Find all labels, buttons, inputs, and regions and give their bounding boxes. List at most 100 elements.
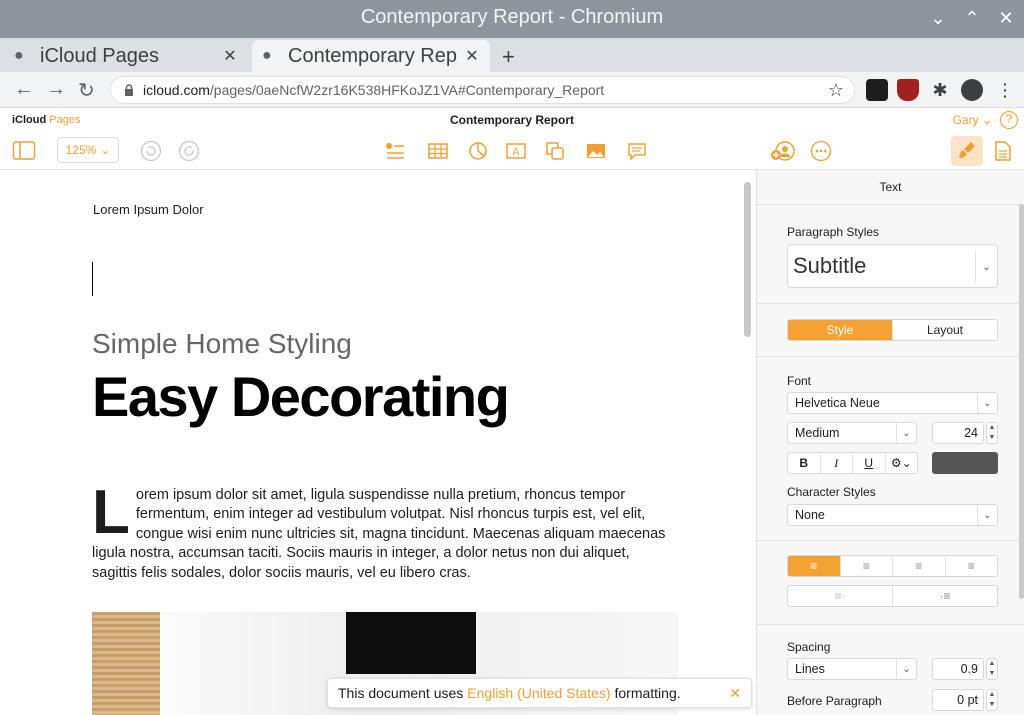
app-header: iCloud Pages Contemporary Report Gary ⌄ … (0, 108, 1024, 170)
insert-comment-icon[interactable] (626, 140, 648, 162)
font-weight-select[interactable]: Medium ⌄ (787, 422, 917, 444)
chevron-down-icon: ⌄ (977, 393, 997, 413)
text-cursor (92, 262, 93, 296)
format-inspector: Text Paragraph Styles Subtitle ⌄ Style L… (756, 170, 1024, 715)
tab-contemporary-report[interactable]: ● Contemporary Rep ✕ (252, 40, 490, 72)
sidebar-toggle-icon[interactable] (12, 140, 36, 162)
character-style-select[interactable]: None ⌄ (787, 504, 998, 526)
help-icon[interactable]: ? (1000, 111, 1018, 129)
chevron-down-icon: ⌄ (896, 423, 916, 443)
inspector-scrollbar[interactable] (1019, 204, 1024, 599)
format-brush-button[interactable] (951, 136, 983, 166)
close-tab-icon[interactable]: ✕ (222, 46, 238, 66)
font-size-stepper[interactable]: ▲ ▼ (986, 422, 998, 444)
insert-table-icon[interactable] (427, 140, 449, 162)
window-title: Contemporary Report - Chromium (360, 6, 664, 28)
language-notice: This document uses English (United State… (327, 678, 752, 708)
italic-button[interactable]: I (819, 453, 853, 473)
paragraph-style-select[interactable]: Subtitle ⌄ (787, 244, 998, 288)
before-paragraph-field[interactable]: 0 pt (932, 689, 984, 711)
zoom-select[interactable]: 125% ⌄ (57, 137, 119, 163)
font-label: Font (787, 374, 812, 388)
document-subtitle[interactable]: Simple Home Styling (92, 328, 352, 360)
body-text: orem ipsum dolor sit amet, ligula suspen… (92, 487, 666, 581)
insert-text-box-icon[interactable]: A (505, 140, 527, 162)
extension-icon[interactable] (866, 79, 888, 101)
font-size-field[interactable]: 24 (932, 422, 984, 444)
stepper-down-icon[interactable]: ▼ (987, 700, 997, 710)
align-center-button[interactable]: ≡ (839, 556, 893, 576)
zoom-value: 125% (65, 143, 97, 157)
tab-style[interactable]: Style (788, 320, 892, 340)
tab-title: Contemporary Rep (288, 44, 457, 67)
redo-icon[interactable] (178, 140, 200, 162)
divider (757, 540, 1024, 541)
text-style-buttons: B I U ⚙⌄ (787, 452, 918, 474)
ublock-shield-icon[interactable] (897, 79, 919, 101)
document-canvas[interactable]: Lorem Ipsum Dolor Simple Home Styling Ea… (0, 170, 756, 715)
justify-button[interactable]: ≡ (944, 556, 998, 576)
kebab-menu-icon[interactable]: ⋮ (994, 79, 1016, 101)
chevron-down-icon: ⌄ (981, 113, 992, 127)
align-left-icon: ≡ (810, 559, 818, 573)
document-title[interactable]: Contemporary Report (0, 113, 1024, 127)
insert-shape-icon[interactable] (544, 140, 566, 162)
increase-indent-button[interactable]: ·≡ (892, 586, 997, 606)
collaborate-icon[interactable] (770, 140, 796, 162)
alignment-buttons: ≡ ≡ ≡ ≡ (787, 555, 998, 577)
line-spacing-field[interactable]: 0.9 (932, 658, 984, 680)
puzzle-extensions-icon[interactable]: ✱ (929, 79, 951, 101)
tab-layout[interactable]: Layout (892, 320, 997, 340)
window-titlebar: Contemporary Report - Chromium ⌄ ⌃ ✕ (0, 0, 1024, 38)
minimize-chevron-icon[interactable]: ⌄ (928, 8, 948, 28)
stepper-up-icon[interactable]: ▲ (987, 659, 997, 669)
page-header-text[interactable]: Lorem Ipsum Dolor (93, 202, 204, 217)
underline-button[interactable]: U (852, 453, 885, 473)
address-bar[interactable]: icloud.com/pages/0aeNcfW2zr16K538HFKoJZ1… (110, 76, 855, 104)
insert-chart-icon[interactable] (467, 140, 489, 162)
indent-icon: ·≡ (939, 589, 951, 603)
tab-icloud-pages[interactable]: ● iCloud Pages ✕ (4, 40, 248, 72)
profile-avatar-icon[interactable] (961, 79, 983, 101)
undo-icon[interactable] (140, 140, 162, 162)
close-notice-icon[interactable]: ✕ (729, 685, 741, 702)
language-link[interactable]: English (United States) (467, 685, 610, 701)
bold-button[interactable]: B (788, 453, 820, 473)
align-center-icon: ≡ (862, 559, 870, 573)
decrease-indent-button[interactable]: ≡· (788, 586, 892, 606)
align-right-button[interactable]: ≡ (892, 556, 945, 576)
close-tab-icon[interactable]: ✕ (464, 46, 480, 66)
before-paragraph-stepper[interactable]: ▲ ▼ (986, 689, 998, 711)
bookmark-star-icon[interactable]: ☆ (828, 80, 844, 101)
font-family-select[interactable]: Helvetica Neue ⌄ (787, 392, 998, 414)
stepper-up-icon[interactable]: ▲ (987, 423, 997, 433)
chevron-down-icon: ⌄ (100, 143, 111, 157)
user-menu[interactable]: Gary ⌄ (953, 113, 992, 127)
insert-image-icon[interactable] (585, 140, 607, 162)
align-left-button[interactable]: ≡ (788, 556, 840, 576)
before-paragraph-label: Before Paragraph (787, 694, 882, 708)
stepper-down-icon[interactable]: ▼ (987, 433, 997, 443)
body-paragraph[interactable]: Lorem ipsum dolor sit amet, ligula suspe… (92, 482, 678, 583)
close-window-icon[interactable]: ✕ (996, 8, 1016, 28)
line-spacing-stepper[interactable]: ▲ ▼ (986, 658, 998, 680)
document-scrollbar[interactable] (744, 182, 751, 337)
forward-arrow-icon[interactable]: → (46, 78, 66, 101)
photo-shutter (92, 612, 160, 715)
document-setup-icon[interactable] (994, 140, 1012, 162)
spacing-mode-select[interactable]: Lines ⌄ (787, 658, 917, 680)
new-tab-plus-icon[interactable]: + (502, 44, 515, 70)
document-headline[interactable]: Easy Decorating (92, 364, 510, 429)
more-options-icon[interactable] (810, 140, 832, 162)
reload-icon[interactable]: ↻ (78, 78, 95, 103)
text-options-button[interactable]: ⚙⌄ (884, 453, 918, 473)
back-arrow-icon[interactable]: ← (14, 78, 34, 101)
insert-list-icon[interactable] (384, 140, 406, 162)
stepper-down-icon[interactable]: ▼ (987, 669, 997, 679)
maximize-chevron-icon[interactable]: ⌃ (962, 8, 982, 28)
spacing-label: Spacing (787, 640, 831, 654)
text-color-swatch[interactable] (932, 452, 998, 474)
stepper-up-icon[interactable]: ▲ (987, 690, 997, 700)
tab-title: iCloud Pages (40, 44, 159, 67)
chevron-down-icon: ⌄ (975, 251, 997, 283)
